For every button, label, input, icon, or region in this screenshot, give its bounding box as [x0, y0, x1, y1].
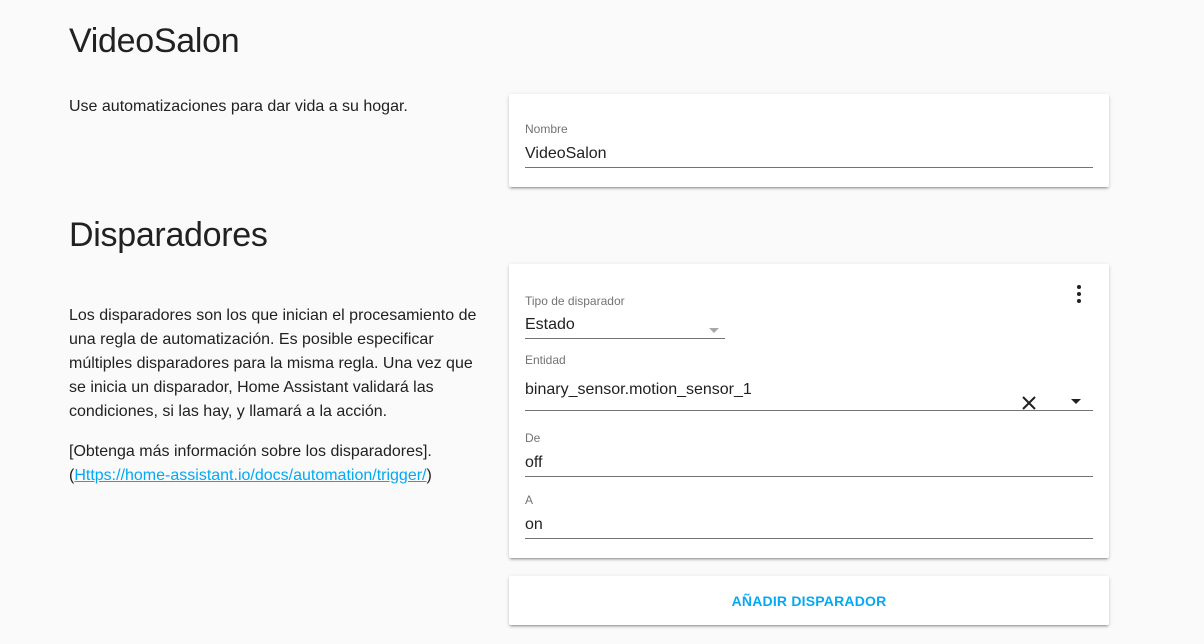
automation-editor: VideoSalon Use automatizaciones para dar…: [0, 0, 1204, 644]
trigger-type-label: Tipo de disparador: [525, 294, 625, 308]
trigger-card: Tipo de disparador Estado Entidad De A: [509, 264, 1109, 558]
entity-label: Entidad: [525, 353, 566, 367]
add-trigger-button[interactable]: AÑADIR DISPARADOR: [509, 576, 1109, 625]
menu-dot: [1077, 285, 1081, 289]
from-input[interactable]: [525, 452, 1093, 477]
more-vert-icon[interactable]: [1067, 282, 1091, 306]
to-input[interactable]: [525, 514, 1093, 539]
trigger-type-value[interactable]: Estado: [525, 315, 725, 339]
trigger-type-field[interactable]: Tipo de disparador Estado: [525, 294, 725, 339]
chevron-down-icon[interactable]: [709, 328, 719, 333]
triggers-heading: Disparadores: [69, 216, 268, 254]
to-label: A: [525, 493, 534, 507]
name-input[interactable]: [525, 143, 1093, 168]
name-field: Nombre: [525, 122, 1093, 168]
arrow-drop-down-icon[interactable]: [1071, 399, 1081, 404]
close-icon[interactable]: [1017, 391, 1041, 415]
name-card: Nombre: [509, 94, 1109, 187]
triggers-description: Los disparadores son los que inician el …: [69, 304, 479, 504]
menu-dot: [1077, 299, 1081, 303]
intro-text: Use automatizaciones para dar vida a su …: [69, 98, 408, 115]
entity-input[interactable]: [525, 379, 1093, 411]
trigger-type-select[interactable]: Estado: [525, 315, 725, 339]
add-trigger-card: AÑADIR DISPARADOR: [509, 576, 1109, 625]
name-label: Nombre: [525, 122, 568, 136]
to-field: A: [525, 493, 1093, 539]
from-field: De: [525, 431, 1093, 477]
from-label: De: [525, 431, 541, 445]
menu-dot: [1077, 292, 1081, 296]
more-info-text: [Obtenga más información sobre los dispa…: [69, 443, 432, 460]
trigger-docs-link[interactable]: Https://home-assistant.io/docs/automatio…: [74, 467, 426, 484]
entity-input-wrap: [525, 379, 1093, 411]
triggers-description-text: Los disparadores son los que inician el …: [69, 307, 477, 420]
triggers-more-info: [Obtenga más información sobre los dispa…: [69, 440, 479, 488]
page-title: VideoSalon: [69, 22, 240, 60]
entity-field: Entidad: [525, 353, 1093, 411]
link-close-paren: ): [426, 467, 432, 484]
